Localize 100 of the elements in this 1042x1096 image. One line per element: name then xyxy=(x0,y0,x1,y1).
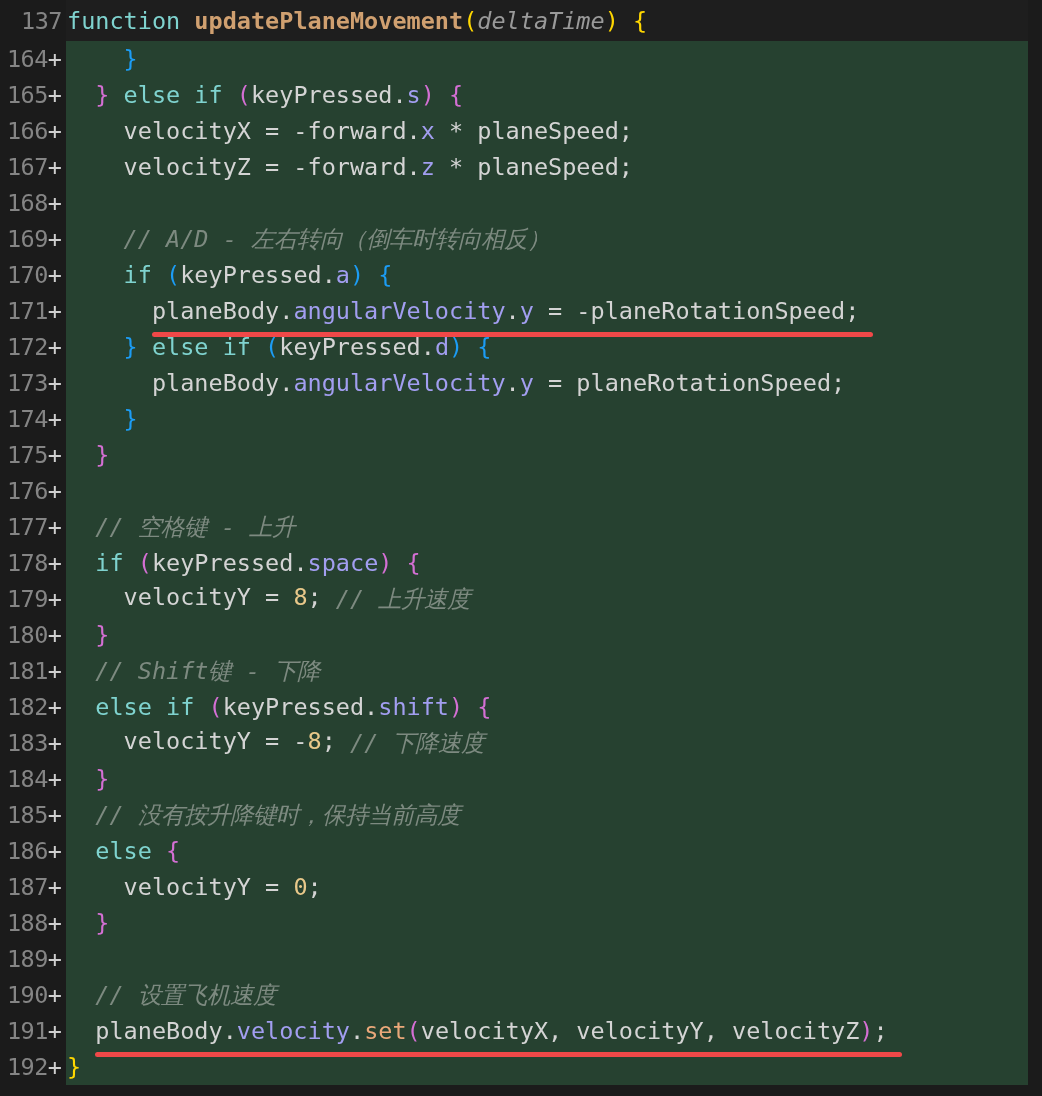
function-name: updatePlaneMovement xyxy=(194,6,464,35)
added-marker: + xyxy=(47,261,62,289)
line-number: 190 xyxy=(6,981,48,1009)
line-number: 164 xyxy=(6,45,48,73)
keyword-token: if xyxy=(95,549,125,577)
line-number: 166 xyxy=(6,117,48,145)
line-number: 182 xyxy=(6,693,48,721)
added-marker: + xyxy=(47,657,62,685)
line-number: 169 xyxy=(6,225,48,253)
keyword-token: else if xyxy=(150,333,252,361)
bracket-token: ( xyxy=(137,549,152,577)
line-number: 181 xyxy=(6,657,48,685)
code-comment: // Shift键 - 下降 xyxy=(95,656,320,687)
code-token: planeBody. xyxy=(95,1017,237,1045)
code-token: keyPressed. xyxy=(250,81,407,109)
keyword-token: else if xyxy=(95,693,196,721)
bracket-token: { xyxy=(476,333,492,361)
added-marker: + xyxy=(47,477,62,505)
bracket-token: ) xyxy=(859,1017,874,1045)
bracket-token: ) xyxy=(449,333,464,361)
code-token: velocityZ = -forward. xyxy=(123,153,421,181)
added-marker: + xyxy=(47,117,62,145)
code-token: velocityY = - xyxy=(123,727,308,757)
line-number: 173 xyxy=(6,369,48,397)
line-number: 188 xyxy=(6,909,48,937)
added-marker: + xyxy=(47,585,62,613)
added-marker: + xyxy=(47,189,62,217)
property-token: shift xyxy=(378,693,450,721)
added-marker: + xyxy=(47,369,62,397)
bracket-token: } xyxy=(95,81,110,109)
added-marker: + xyxy=(47,1053,62,1081)
bracket-token: ( xyxy=(166,261,181,289)
line-number: 177 xyxy=(6,513,48,541)
added-marker: + xyxy=(47,153,62,181)
line-number: 175 xyxy=(6,441,48,469)
code-token: keyPressed. xyxy=(180,261,336,289)
code-token: . xyxy=(505,297,520,325)
line-number: 184 xyxy=(6,765,48,793)
property-token: angularVelocity xyxy=(293,297,506,325)
line-number: 168 xyxy=(6,189,48,217)
line-number: 172 xyxy=(6,333,48,361)
code-token: ; xyxy=(873,1017,888,1045)
line-number: 189 xyxy=(6,945,48,973)
bracket-token: } xyxy=(95,765,110,793)
keyword-token: if xyxy=(123,261,153,289)
property-token: z xyxy=(420,153,435,181)
code-token: keyPressed. xyxy=(151,549,308,577)
number-token: 8 xyxy=(307,727,322,757)
code-comment: // A/D - 左右转向（倒车时转向相反） xyxy=(123,224,550,255)
bracket-token: { xyxy=(448,81,464,109)
bracket-token: } xyxy=(123,333,138,361)
added-marker: + xyxy=(47,621,62,649)
bracket-token: { xyxy=(476,693,492,721)
added-marker: + xyxy=(47,729,62,757)
code-token: velocityY = xyxy=(123,583,281,613)
line-number: 137 xyxy=(21,6,62,35)
property-token: d xyxy=(434,333,450,361)
bracket-token: { xyxy=(166,837,181,865)
bracket-token: } xyxy=(123,45,138,73)
code-token: planeBody. xyxy=(151,297,294,325)
bracket-token: ) xyxy=(350,261,365,289)
bracket-token: { xyxy=(631,6,648,35)
property-token: velocity xyxy=(236,1017,350,1045)
code-token: ; xyxy=(321,727,337,757)
added-marker: + xyxy=(47,45,62,73)
property-token: angularVelocity xyxy=(293,369,506,397)
added-marker: + xyxy=(47,765,62,793)
line-number: 174 xyxy=(6,405,48,433)
added-marker: + xyxy=(47,549,62,577)
bracket-token: ) xyxy=(420,81,435,109)
keyword-token: else xyxy=(95,837,153,865)
added-marker: + xyxy=(47,405,62,433)
line-number: 179 xyxy=(6,585,48,613)
added-marker: + xyxy=(47,513,62,541)
bracket-token: } xyxy=(67,1053,82,1081)
code-token: * planeSpeed; xyxy=(448,153,633,181)
property-token: space xyxy=(307,549,379,577)
line-number: 186 xyxy=(6,837,48,865)
parameter-token: deltaTime xyxy=(477,6,605,35)
code-token: ; xyxy=(307,873,322,901)
bracket-token: { xyxy=(405,549,421,577)
added-marker: + xyxy=(47,801,62,829)
code-token: planeBody. xyxy=(151,369,294,397)
added-marker: + xyxy=(47,909,62,937)
number-token: 8 xyxy=(293,583,308,613)
line-number: 183 xyxy=(6,729,48,757)
bracket-token: { xyxy=(377,261,393,289)
line-number: 191 xyxy=(6,1017,48,1045)
bracket-token: ( xyxy=(208,693,223,721)
line-number: 178 xyxy=(6,549,48,577)
added-marker: + xyxy=(47,333,62,361)
bracket-token: } xyxy=(123,405,138,433)
bracket-token: } xyxy=(95,909,110,937)
code-token: velocityY = xyxy=(123,873,281,901)
added-marker: + xyxy=(47,837,62,865)
line-number: 185 xyxy=(6,801,48,829)
added-marker: + xyxy=(47,297,62,325)
line-number: 165 xyxy=(6,81,48,109)
line-number: 192 xyxy=(6,1053,48,1081)
bracket-token: ) xyxy=(378,549,393,577)
